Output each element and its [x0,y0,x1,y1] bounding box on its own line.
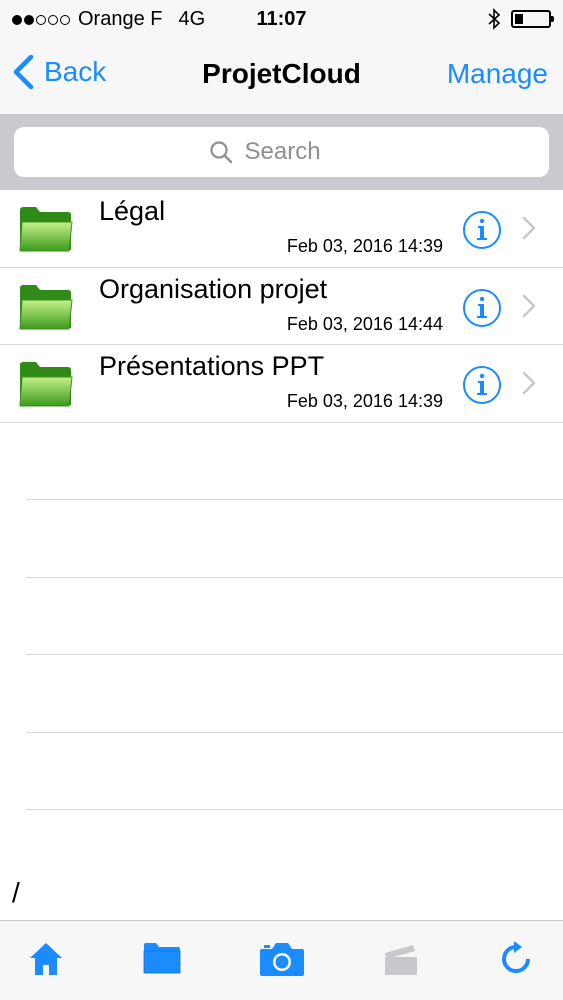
folder-icon [19,207,73,252]
search-field[interactable] [14,127,549,177]
folder-date: Feb 03, 2016 14:39 [286,391,443,411]
chevron-right-icon [522,371,536,395]
empty-list-row [26,578,563,655]
search-icon [209,141,232,164]
info-icon[interactable] [462,210,502,250]
status-right [487,8,554,30]
home-icon[interactable] [28,941,64,977]
folder-name: Légal [99,196,166,226]
search-bar [0,114,563,190]
info-icon[interactable] [462,365,502,405]
tab-bar [0,920,563,1000]
folder-row[interactable]: Légal Feb 03, 2016 14:39 [0,190,563,268]
battery-icon [511,10,554,28]
camera-icon[interactable] [259,941,305,977]
chevron-right-icon [522,216,536,240]
empty-list-row [26,423,563,500]
status-bar: Orange F 4G 11:07 [0,0,563,40]
empty-list-row [26,500,563,578]
bluetooth-icon [488,8,501,30]
folder-icon [19,362,73,407]
folder-icon[interactable] [143,941,181,975]
folder-name: Organisation projet [99,273,328,304]
folder-date: Feb 03, 2016 14:39 [286,236,443,256]
folder-row[interactable]: Organisation projet Feb 03, 2016 14:44 [0,268,563,345]
clapperboard-icon [385,945,417,975]
folder-row[interactable]: Présentations PPT Feb 03, 2016 14:39 [0,345,563,423]
empty-list-row [26,655,563,733]
refresh-icon[interactable] [500,941,532,975]
manage-button[interactable]: Manage [447,58,548,90]
folder-icon [19,284,73,329]
folder-list: Légal Feb 03, 2016 14:39 Organisation pr… [0,190,563,810]
search-input[interactable] [244,138,355,166]
folder-name: Présentations PPT [99,351,325,381]
current-path: / [12,877,20,908]
chevron-right-icon [522,294,536,317]
navigation-bar: Back ProjetCloud Manage [0,40,563,114]
status-time: 11:07 [256,8,307,30]
info-icon[interactable] [462,288,502,328]
empty-list-row [26,733,563,810]
folder-date: Feb 03, 2016 14:44 [286,313,443,334]
